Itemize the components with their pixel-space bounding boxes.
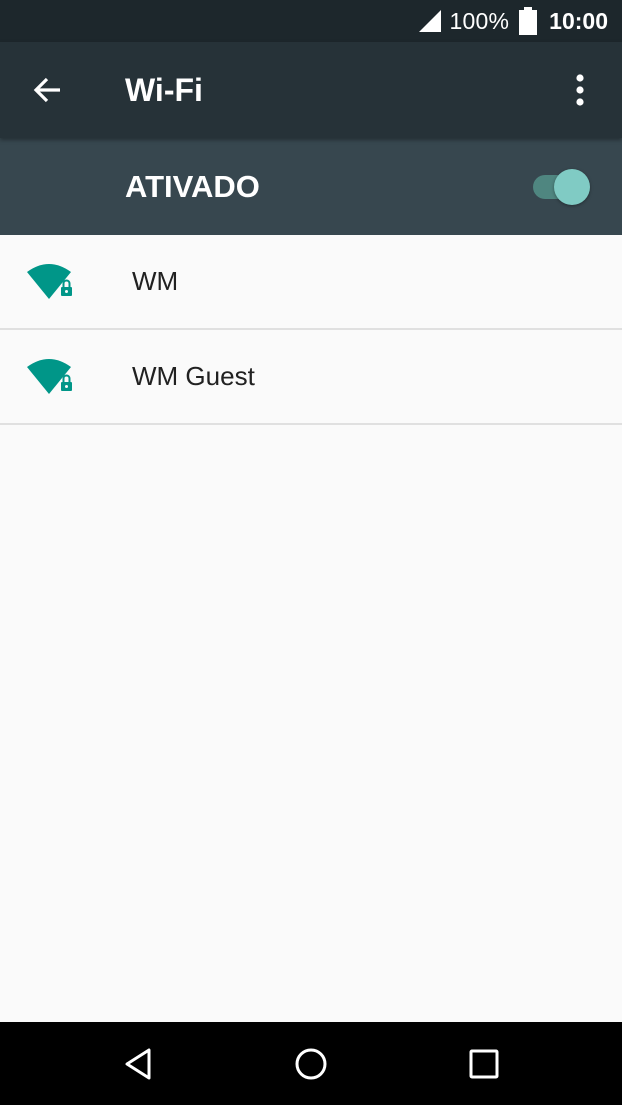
nav-recents-square-icon [469, 1049, 499, 1079]
back-button[interactable] [20, 62, 76, 118]
more-options-button[interactable] [552, 62, 608, 118]
wifi-toggle[interactable] [533, 169, 591, 205]
cellular-signal-icon [418, 10, 441, 32]
page-title: Wi-Fi [125, 72, 203, 108]
network-name: WM [132, 266, 179, 296]
status-icons: 100% 10:00 [418, 0, 608, 42]
battery-full-icon [519, 7, 538, 35]
nav-back-triangle-icon [125, 1048, 151, 1080]
network-name: WM Guest [132, 361, 255, 391]
wifi-lock-icon [27, 359, 72, 394]
nav-back-button[interactable] [111, 1036, 167, 1092]
battery-percent: 100% [449, 7, 510, 34]
wifi-switch-label: ATIVADO [125, 169, 260, 204]
network-item[interactable]: WM [0, 235, 622, 330]
nav-home-circle-icon [295, 1048, 327, 1080]
status-bar: 100% 10:00 [0, 0, 622, 42]
nav-recents-button[interactable] [456, 1036, 512, 1092]
wifi-lock-icon [27, 264, 72, 299]
status-time: 10:00 [549, 7, 608, 34]
navigation-bar [0, 1022, 622, 1105]
more-vert-icon [576, 74, 584, 106]
arrow-back-icon [33, 77, 60, 103]
wifi-master-switch-bar[interactable]: ATIVADO [0, 138, 622, 235]
toggle-thumb [554, 169, 590, 205]
network-item[interactable]: WM Guest [0, 330, 622, 425]
app-bar: Wi-Fi [0, 42, 622, 138]
nav-home-button[interactable] [283, 1036, 339, 1092]
network-list: WM WM Guest [0, 235, 622, 425]
